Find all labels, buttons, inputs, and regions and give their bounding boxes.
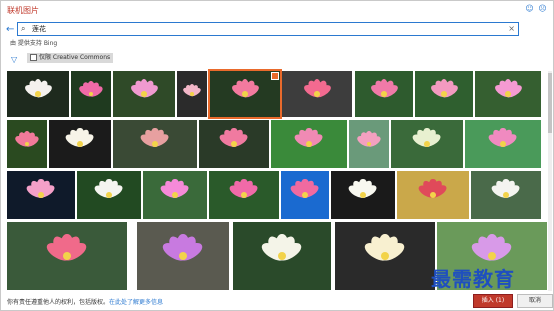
lotus-center xyxy=(505,91,511,97)
footer-text: 你有责任遵重他人的权利，包括版权。 xyxy=(7,299,110,306)
lotus-image-thumbnail[interactable] xyxy=(177,71,207,117)
lotus-center xyxy=(242,91,248,97)
lotus-image-thumbnail[interactable] xyxy=(471,171,541,219)
lotus-image-thumbnail[interactable] xyxy=(415,71,473,117)
lotus-image-thumbnail[interactable] xyxy=(355,71,413,117)
learn-more-link[interactable]: 在此处了解更多信息 xyxy=(109,299,163,306)
lotus-image-thumbnail[interactable] xyxy=(143,171,207,219)
smile-icon[interactable]: ☺ xyxy=(525,4,534,13)
lotus-image-thumbnail[interactable] xyxy=(281,171,329,219)
lotus-center xyxy=(430,192,436,198)
lotus-center xyxy=(241,192,247,198)
online-pictures-dialog: 联机图片 ☺ ☹ ← ⌕ 莲花 × 由 提供支持 Bing ▽ 仅限 Creat… xyxy=(0,0,554,311)
lotus-image-thumbnail[interactable] xyxy=(282,71,352,117)
lotus-image-thumbnail[interactable] xyxy=(209,171,279,219)
lotus-image-thumbnail[interactable] xyxy=(475,71,541,117)
back-arrow-icon[interactable]: ← xyxy=(6,24,14,35)
selected-check-icon xyxy=(271,72,279,80)
lotus-image-thumbnail[interactable] xyxy=(137,222,229,290)
lotus-image-thumbnail[interactable] xyxy=(49,120,111,168)
lotus-image-thumbnail[interactable] xyxy=(7,71,69,117)
lotus-image-thumbnail[interactable] xyxy=(7,120,47,168)
lotus-center xyxy=(314,91,320,97)
lotus-image-thumbnail[interactable] xyxy=(391,120,463,168)
lotus-image-thumbnail[interactable] xyxy=(77,171,141,219)
lotus-center xyxy=(172,192,178,198)
creative-commons-filter[interactable]: 仅限 Creative Commons xyxy=(27,53,114,63)
cancel-button[interactable]: 取消 xyxy=(517,294,553,308)
lotus-image-thumbnail[interactable] xyxy=(397,171,469,219)
lotus-center xyxy=(302,192,308,198)
lotus-center xyxy=(77,141,83,147)
scrollbar[interactable] xyxy=(548,71,552,291)
lotus-center xyxy=(141,91,147,97)
lotus-center xyxy=(503,192,509,198)
dialog-title: 联机图片 xyxy=(7,6,39,15)
lotus-image-thumbnail[interactable] xyxy=(71,71,111,117)
lotus-center xyxy=(152,141,158,147)
lotus-image-thumbnail[interactable] xyxy=(331,171,395,219)
image-results-grid xyxy=(7,69,547,291)
lotus-center xyxy=(231,141,237,147)
lotus-image-thumbnail[interactable] xyxy=(113,71,175,117)
lotus-center xyxy=(35,91,41,97)
watermark: 最需教育 xyxy=(431,267,515,291)
filter-icon[interactable]: ▽ xyxy=(11,55,17,64)
lotus-image-thumbnail[interactable] xyxy=(208,69,282,119)
lotus-center xyxy=(306,141,312,147)
lotus-image-thumbnail[interactable] xyxy=(199,120,269,168)
cc-filter-label: 仅限 Creative Commons xyxy=(39,54,111,61)
insert-button[interactable]: 插入 (1) xyxy=(473,294,513,308)
lotus-center xyxy=(190,92,194,96)
scrollbar-thumb[interactable] xyxy=(548,73,552,133)
checkbox-icon xyxy=(30,54,37,61)
close-icon[interactable]: × xyxy=(508,23,515,35)
lotus-center xyxy=(441,91,447,97)
copyright-note: 你有责任遵重他人的权利，包括版权。在此处了解更多信息 xyxy=(7,297,163,306)
lotus-image-thumbnail[interactable] xyxy=(335,222,435,290)
search-input[interactable]: 莲花 xyxy=(32,23,46,35)
lotus-center xyxy=(381,91,387,97)
lotus-center xyxy=(106,192,112,198)
lotus-image-thumbnail[interactable] xyxy=(113,120,197,168)
lotus-center xyxy=(360,192,366,198)
lotus-image-thumbnail[interactable] xyxy=(271,120,347,168)
lotus-image-thumbnail[interactable] xyxy=(7,222,127,290)
lotus-image-thumbnail[interactable] xyxy=(7,171,75,219)
feedback-icon[interactable]: ☹ xyxy=(538,4,547,13)
search-icon: ⌕ xyxy=(21,24,26,33)
lotus-image-thumbnail[interactable] xyxy=(465,120,541,168)
bing-attribution: 由 提供支持 Bing xyxy=(10,40,58,47)
lotus-center xyxy=(500,141,506,147)
lotus-center xyxy=(424,141,430,147)
lotus-center xyxy=(38,192,44,198)
lotus-image-thumbnail[interactable] xyxy=(233,222,331,290)
lotus-image-thumbnail[interactable] xyxy=(349,120,389,168)
search-box[interactable]: ⌕ 莲花 × xyxy=(17,22,519,36)
